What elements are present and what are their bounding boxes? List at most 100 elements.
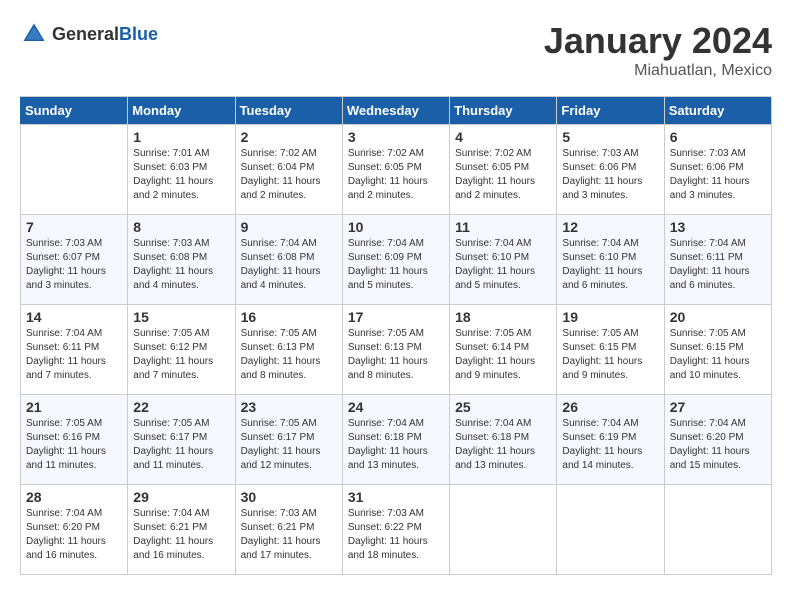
- day-info: Sunrise: 7:04 AM Sunset: 6:11 PM Dayligh…: [670, 237, 766, 293]
- day-number: 30: [241, 489, 337, 505]
- day-number: 20: [670, 309, 766, 325]
- calendar-cell: 1 Sunrise: 7:01 AM Sunset: 6:03 PM Daylig…: [128, 125, 235, 215]
- calendar-cell: 13 Sunrise: 7:04 AM Sunset: 6:11 PM Dayli…: [664, 215, 771, 305]
- logo: GeneralBlue: [20, 20, 158, 48]
- day-info: Sunrise: 7:03 AM Sunset: 6:06 PM Dayligh…: [562, 147, 658, 203]
- calendar-cell: 19Sunrise: 7:05 AM Sunset: 6:15 PM Dayli…: [557, 305, 664, 395]
- col-monday: Monday: [128, 97, 235, 125]
- location-title: Miahuatlan, Mexico: [544, 62, 772, 80]
- day-number: 18: [455, 309, 551, 325]
- calendar-cell: 7 Sunrise: 7:03 AM Sunset: 6:07 PM Daylig…: [21, 215, 128, 305]
- day-info: Sunrise: 7:02 AM Sunset: 6:05 PM Dayligh…: [348, 147, 444, 203]
- day-number: 28: [26, 489, 122, 505]
- day-number: 11: [455, 219, 551, 235]
- day-number: 19: [562, 309, 658, 325]
- calendar-week-row-3: 14 Sunrise: 7:04 AM Sunset: 6:11 PM Dayli…: [21, 305, 772, 395]
- calendar-cell: 29Sunrise: 7:04 AM Sunset: 6:21 PM Dayli…: [128, 485, 235, 575]
- day-number: 16: [241, 309, 337, 325]
- day-info: Sunrise: 7:05 AM Sunset: 6:17 PM Dayligh…: [133, 417, 229, 473]
- col-saturday: Saturday: [664, 97, 771, 125]
- calendar-cell: 18Sunrise: 7:05 AM Sunset: 6:14 PM Dayli…: [450, 305, 557, 395]
- day-number: 8: [133, 219, 229, 235]
- day-info: Sunrise: 7:05 AM Sunset: 6:17 PM Dayligh…: [241, 417, 337, 473]
- calendar-cell: 17 Sunrise: 7:05 AM Sunset: 6:13 PM Dayli…: [342, 305, 449, 395]
- day-info: Sunrise: 7:05 AM Sunset: 6:13 PM Dayligh…: [348, 327, 444, 383]
- day-info: Sunrise: 7:04 AM Sunset: 6:18 PM Dayligh…: [348, 417, 444, 473]
- day-number: 3: [348, 129, 444, 145]
- calendar-cell: 21Sunrise: 7:05 AM Sunset: 6:16 PM Dayli…: [21, 395, 128, 485]
- calendar-cell: 20Sunrise: 7:05 AM Sunset: 6:15 PM Dayli…: [664, 305, 771, 395]
- day-number: 5: [562, 129, 658, 145]
- logo-general-text: General: [52, 24, 119, 44]
- day-number: 29: [133, 489, 229, 505]
- calendar-cell: 23 Sunrise: 7:05 AM Sunset: 6:17 PM Dayli…: [235, 395, 342, 485]
- day-number: 26: [562, 399, 658, 415]
- calendar-cell: 3 Sunrise: 7:02 AM Sunset: 6:05 PM Daylig…: [342, 125, 449, 215]
- calendar-table: Sunday Monday Tuesday Wednesday Thursday…: [20, 96, 772, 575]
- calendar-week-row-1: 1 Sunrise: 7:01 AM Sunset: 6:03 PM Daylig…: [21, 125, 772, 215]
- day-info: Sunrise: 7:02 AM Sunset: 6:05 PM Dayligh…: [455, 147, 551, 203]
- day-number: 14: [26, 309, 122, 325]
- calendar-cell: 12 Sunrise: 7:04 AM Sunset: 6:10 PM Dayli…: [557, 215, 664, 305]
- day-number: 12: [562, 219, 658, 235]
- col-sunday: Sunday: [21, 97, 128, 125]
- calendar-cell: 5 Sunrise: 7:03 AM Sunset: 6:06 PM Daylig…: [557, 125, 664, 215]
- calendar-cell: 8 Sunrise: 7:03 AM Sunset: 6:08 PM Daylig…: [128, 215, 235, 305]
- day-info: Sunrise: 7:04 AM Sunset: 6:20 PM Dayligh…: [26, 507, 122, 563]
- calendar-cell: 16Sunrise: 7:05 AM Sunset: 6:13 PM Dayli…: [235, 305, 342, 395]
- calendar-cell: 25 Sunrise: 7:04 AM Sunset: 6:18 PM Dayli…: [450, 395, 557, 485]
- day-info: Sunrise: 7:03 AM Sunset: 6:07 PM Dayligh…: [26, 237, 122, 293]
- day-info: Sunrise: 7:04 AM Sunset: 6:09 PM Dayligh…: [348, 237, 444, 293]
- day-info: Sunrise: 7:04 AM Sunset: 6:19 PM Dayligh…: [562, 417, 658, 473]
- day-number: 10: [348, 219, 444, 235]
- day-info: Sunrise: 7:03 AM Sunset: 6:08 PM Dayligh…: [133, 237, 229, 293]
- title-block: January 2024 Miahuatlan, Mexico: [544, 20, 772, 80]
- page-header: GeneralBlue January 2024 Miahuatlan, Mex…: [20, 20, 772, 80]
- logo-icon: [20, 20, 48, 48]
- day-info: Sunrise: 7:02 AM Sunset: 6:04 PM Dayligh…: [241, 147, 337, 203]
- calendar-cell: 27Sunrise: 7:04 AM Sunset: 6:20 PM Dayli…: [664, 395, 771, 485]
- day-number: 25: [455, 399, 551, 415]
- day-info: Sunrise: 7:04 AM Sunset: 6:18 PM Dayligh…: [455, 417, 551, 473]
- col-thursday: Thursday: [450, 97, 557, 125]
- calendar-cell: 28 Sunrise: 7:04 AM Sunset: 6:20 PM Dayli…: [21, 485, 128, 575]
- day-number: 17: [348, 309, 444, 325]
- col-tuesday: Tuesday: [235, 97, 342, 125]
- calendar-cell: 2Sunrise: 7:02 AM Sunset: 6:04 PM Daylig…: [235, 125, 342, 215]
- day-number: 7: [26, 219, 122, 235]
- day-number: 4: [455, 129, 551, 145]
- calendar-cell: 14 Sunrise: 7:04 AM Sunset: 6:11 PM Dayli…: [21, 305, 128, 395]
- calendar-cell: 22 Sunrise: 7:05 AM Sunset: 6:17 PM Dayli…: [128, 395, 235, 485]
- day-number: 24: [348, 399, 444, 415]
- calendar-week-row-5: 28 Sunrise: 7:04 AM Sunset: 6:20 PM Dayli…: [21, 485, 772, 575]
- day-info: Sunrise: 7:01 AM Sunset: 6:03 PM Dayligh…: [133, 147, 229, 203]
- day-number: 6: [670, 129, 766, 145]
- day-info: Sunrise: 7:04 AM Sunset: 6:10 PM Dayligh…: [562, 237, 658, 293]
- day-number: 15: [133, 309, 229, 325]
- calendar-header-row: Sunday Monday Tuesday Wednesday Thursday…: [21, 97, 772, 125]
- logo-blue-text: Blue: [119, 24, 158, 44]
- day-number: 22: [133, 399, 229, 415]
- day-number: 23: [241, 399, 337, 415]
- day-info: Sunrise: 7:05 AM Sunset: 6:12 PM Dayligh…: [133, 327, 229, 383]
- calendar-cell: 15 Sunrise: 7:05 AM Sunset: 6:12 PM Dayli…: [128, 305, 235, 395]
- calendar-cell: [21, 125, 128, 215]
- day-info: Sunrise: 7:04 AM Sunset: 6:11 PM Dayligh…: [26, 327, 122, 383]
- day-number: 13: [670, 219, 766, 235]
- calendar-week-row-4: 21Sunrise: 7:05 AM Sunset: 6:16 PM Dayli…: [21, 395, 772, 485]
- calendar-week-row-2: 7 Sunrise: 7:03 AM Sunset: 6:07 PM Daylig…: [21, 215, 772, 305]
- col-friday: Friday: [557, 97, 664, 125]
- day-number: 31: [348, 489, 444, 505]
- day-info: Sunrise: 7:03 AM Sunset: 6:06 PM Dayligh…: [670, 147, 766, 203]
- day-info: Sunrise: 7:04 AM Sunset: 6:08 PM Dayligh…: [241, 237, 337, 293]
- calendar-cell: 11 Sunrise: 7:04 AM Sunset: 6:10 PM Dayli…: [450, 215, 557, 305]
- col-wednesday: Wednesday: [342, 97, 449, 125]
- calendar-cell: 4 Sunrise: 7:02 AM Sunset: 6:05 PM Daylig…: [450, 125, 557, 215]
- day-info: Sunrise: 7:04 AM Sunset: 6:10 PM Dayligh…: [455, 237, 551, 293]
- day-number: 9: [241, 219, 337, 235]
- day-number: 1: [133, 129, 229, 145]
- day-number: 27: [670, 399, 766, 415]
- calendar-cell: [664, 485, 771, 575]
- calendar-cell: 31Sunrise: 7:03 AM Sunset: 6:22 PM Dayli…: [342, 485, 449, 575]
- day-info: Sunrise: 7:03 AM Sunset: 6:21 PM Dayligh…: [241, 507, 337, 563]
